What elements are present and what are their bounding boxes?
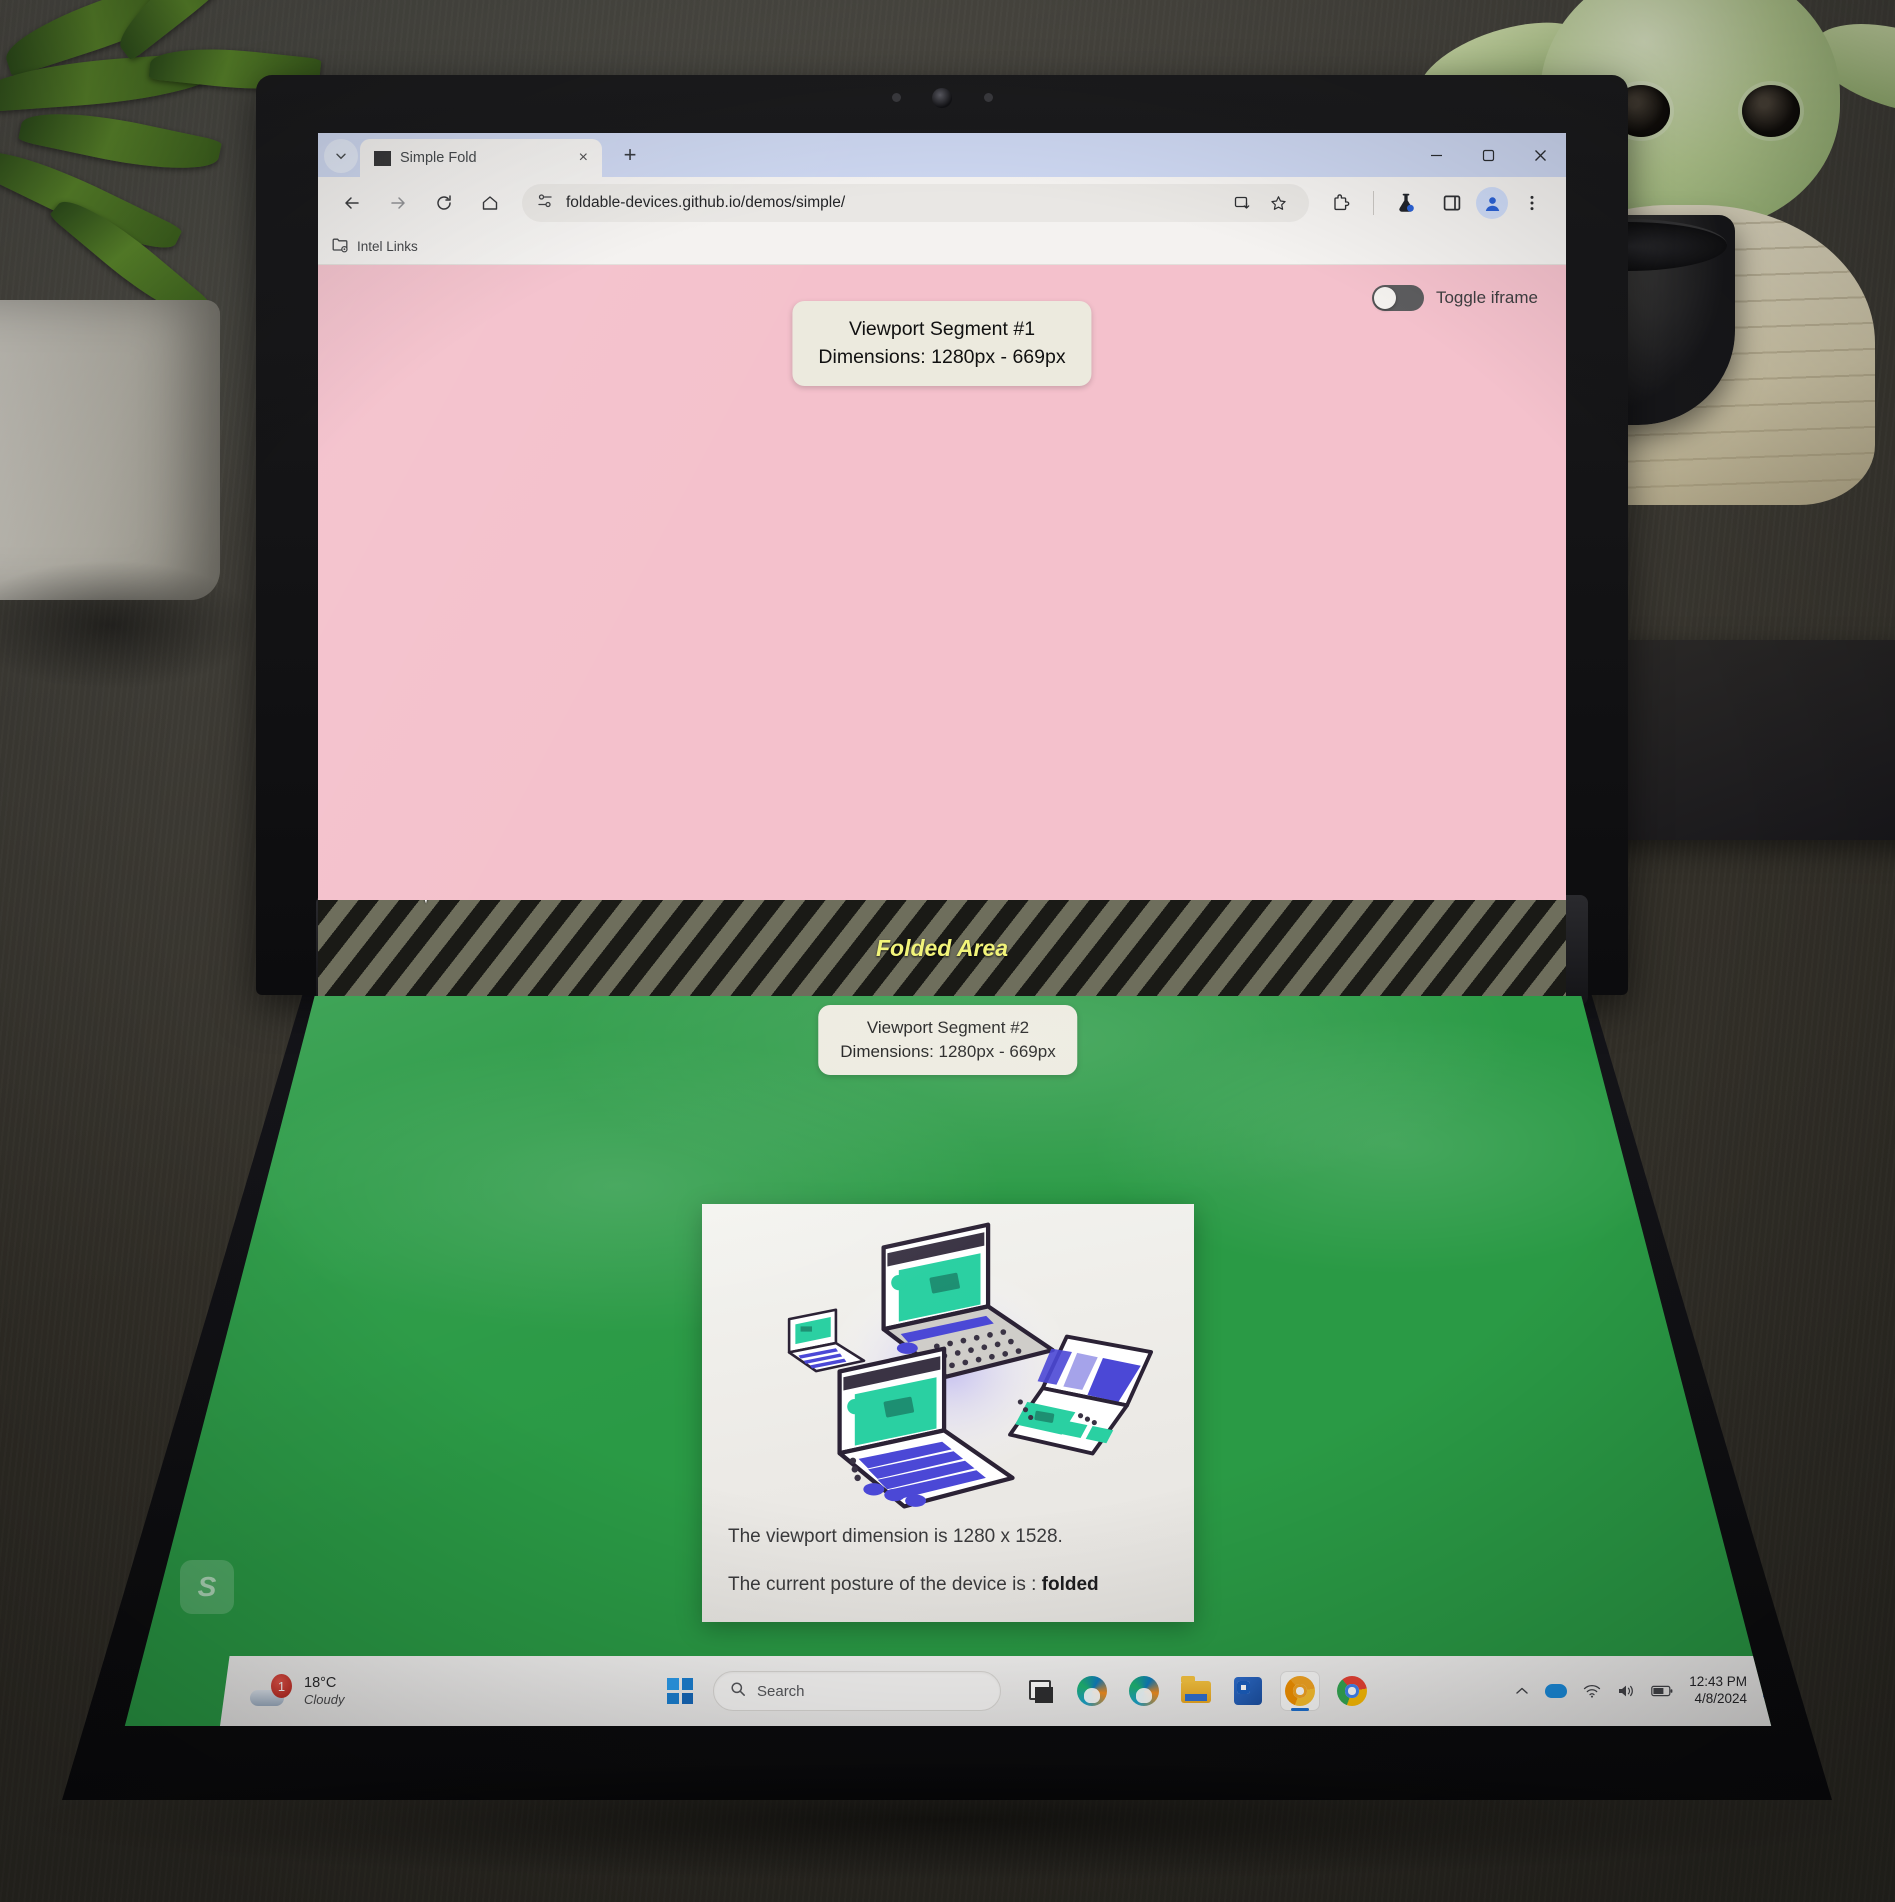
viewport-segment-1: Viewport Segment #1 Dimensions: 1280px -… bbox=[318, 265, 1566, 900]
weather-badge: 1 bbox=[271, 1674, 292, 1698]
toolbar-divider bbox=[1373, 191, 1374, 215]
segment1-title: Viewport Segment #1 bbox=[848, 318, 1036, 340]
search-icon bbox=[730, 1681, 746, 1701]
taskbar-app-outlook[interactable] bbox=[1229, 1672, 1267, 1710]
wifi-icon[interactable] bbox=[1583, 1684, 1601, 1698]
taskbar-app-list bbox=[1021, 1672, 1371, 1710]
posture-text: The current posture of the device is : f… bbox=[728, 1574, 1168, 1596]
install-icon[interactable] bbox=[1225, 186, 1259, 220]
side-panel-icon[interactable] bbox=[1430, 181, 1474, 225]
minimize-button[interactable] bbox=[1410, 133, 1462, 177]
watermark-logo-icon: S bbox=[180, 1560, 234, 1614]
photo-scene: Simple Fold × + foldable-devices.github.… bbox=[0, 0, 1895, 1902]
window-controls bbox=[1410, 133, 1566, 177]
browser-tabstrip: Simple Fold × + bbox=[318, 133, 1566, 177]
browser-tab[interactable]: Simple Fold × bbox=[360, 139, 602, 177]
bookmark-label: Intel Links bbox=[357, 239, 418, 254]
clock-date: 4/8/2024 bbox=[1694, 1691, 1747, 1706]
segment2-title: Viewport Segment #2 bbox=[866, 1018, 1030, 1037]
weather-temperature: 18°C bbox=[304, 1674, 337, 1691]
new-tab-button[interactable]: + bbox=[612, 137, 648, 173]
address-bar[interactable]: foldable-devices.github.io/demos/simple/ bbox=[522, 184, 1309, 222]
book-icon bbox=[374, 150, 391, 166]
taskbar-weather-widget[interactable]: 1 18°C Cloudy bbox=[250, 1674, 480, 1708]
url-text[interactable]: foldable-devices.github.io/demos/simple/ bbox=[566, 194, 845, 212]
mouse-cursor-icon bbox=[422, 900, 438, 904]
taskbar-search-input[interactable]: Search bbox=[713, 1671, 1001, 1711]
segment1-badge: Viewport Segment #1 Dimensions: 1280px -… bbox=[792, 301, 1092, 386]
segment1-dimensions: Dimensions: 1280px - 669px bbox=[818, 346, 1066, 369]
upper-display: Simple Fold × + foldable-devices.github.… bbox=[318, 133, 1566, 900]
search-placeholder: Search bbox=[757, 1682, 805, 1700]
segment2-dimensions: Dimensions: 1280px - 669px bbox=[840, 1041, 1056, 1061]
back-icon[interactable] bbox=[330, 181, 374, 225]
webcam-lens bbox=[932, 88, 952, 108]
menu-icon[interactable] bbox=[1510, 181, 1554, 225]
restore-button[interactable] bbox=[1462, 133, 1514, 177]
home-icon[interactable] bbox=[468, 181, 512, 225]
foldable-laptop: Simple Fold × + foldable-devices.github.… bbox=[0, 0, 1895, 1902]
folded-area: Folded Area bbox=[318, 900, 1566, 996]
toggle-iframe-label: Toggle iframe bbox=[1435, 288, 1538, 307]
posture-prefix: The current posture of the device is : bbox=[728, 1574, 1042, 1595]
taskbar-app-edge-dev[interactable] bbox=[1125, 1672, 1163, 1710]
reload-icon[interactable] bbox=[422, 181, 466, 225]
cloud-icon[interactable] bbox=[1545, 1684, 1568, 1698]
sensor-dot-left bbox=[892, 93, 901, 102]
toggle-iframe-control[interactable]: Toggle iframe bbox=[1371, 285, 1538, 311]
close-icon[interactable]: × bbox=[575, 149, 592, 167]
weather-condition: Cloudy bbox=[304, 1691, 345, 1707]
bookmark-star-icon[interactable] bbox=[1261, 186, 1295, 220]
bookmark-item-intel-links[interactable]: Intel Links bbox=[332, 237, 418, 256]
weather-cloud-icon: 1 bbox=[250, 1674, 294, 1708]
viewport-dimension-text: The viewport dimension is 1280 x 1528. bbox=[728, 1526, 1063, 1547]
laptop-base-shadow bbox=[30, 1760, 1860, 1880]
lower-display: Viewport Segment #2 Dimensions: 1280px -… bbox=[124, 996, 1772, 1726]
speaker-icon[interactable] bbox=[1617, 1684, 1635, 1698]
foldable-laptops-illustration bbox=[728, 1220, 1168, 1520]
posture-value: folded bbox=[1041, 1574, 1099, 1595]
close-button[interactable] bbox=[1514, 133, 1566, 177]
folder-gear-icon bbox=[332, 237, 350, 256]
clock-time: 12:43 PM bbox=[1689, 1674, 1747, 1690]
windows-taskbar: 1 18°C Cloudy Search 12:43 PM 4/8/2024 bbox=[220, 1656, 1772, 1726]
sensor-dot-right bbox=[984, 93, 993, 102]
taskbar-app-file-explorer[interactable] bbox=[1177, 1672, 1215, 1710]
taskbar-app-task-view[interactable] bbox=[1021, 1672, 1059, 1710]
taskbar-app-chrome[interactable] bbox=[1333, 1672, 1371, 1710]
avatar[interactable] bbox=[1476, 187, 1508, 219]
tune-icon[interactable] bbox=[536, 192, 554, 215]
tray-overflow-icon[interactable] bbox=[1515, 1686, 1529, 1696]
taskbar-center-cluster: Search bbox=[659, 1670, 1371, 1712]
taskbar-clock[interactable]: 12:43 PM 4/8/2024 bbox=[1689, 1674, 1747, 1708]
windows-logo-icon[interactable] bbox=[659, 1670, 701, 1712]
flask-icon[interactable] bbox=[1384, 181, 1428, 225]
chevron-down-icon[interactable] bbox=[324, 139, 358, 173]
toggle-iframe-switch[interactable] bbox=[1371, 285, 1424, 311]
folded-area-label: Folded Area bbox=[875, 934, 1009, 961]
tab-title: Simple Fold bbox=[400, 150, 477, 166]
bookmarks-bar: Intel Links bbox=[318, 229, 1566, 265]
taskbar-app-chrome-canary[interactable] bbox=[1281, 1672, 1319, 1710]
battery-icon[interactable] bbox=[1651, 1685, 1673, 1697]
segment2-badge: Viewport Segment #2 Dimensions: 1280px -… bbox=[818, 1005, 1078, 1075]
forward-icon[interactable] bbox=[376, 181, 420, 225]
taskbar-system-tray: 12:43 PM 4/8/2024 bbox=[1515, 1674, 1772, 1708]
browser-toolbar: foldable-devices.github.io/demos/simple/ bbox=[318, 177, 1566, 229]
extensions-icon[interactable] bbox=[1319, 181, 1363, 225]
toggle-knob bbox=[1373, 287, 1396, 309]
taskbar-app-edge[interactable] bbox=[1073, 1672, 1111, 1710]
demo-content-card: The viewport dimension is 1280 x 1528. T… bbox=[702, 1204, 1194, 1622]
viewport-segment-2: Viewport Segment #2 Dimensions: 1280px -… bbox=[124, 996, 1772, 1726]
